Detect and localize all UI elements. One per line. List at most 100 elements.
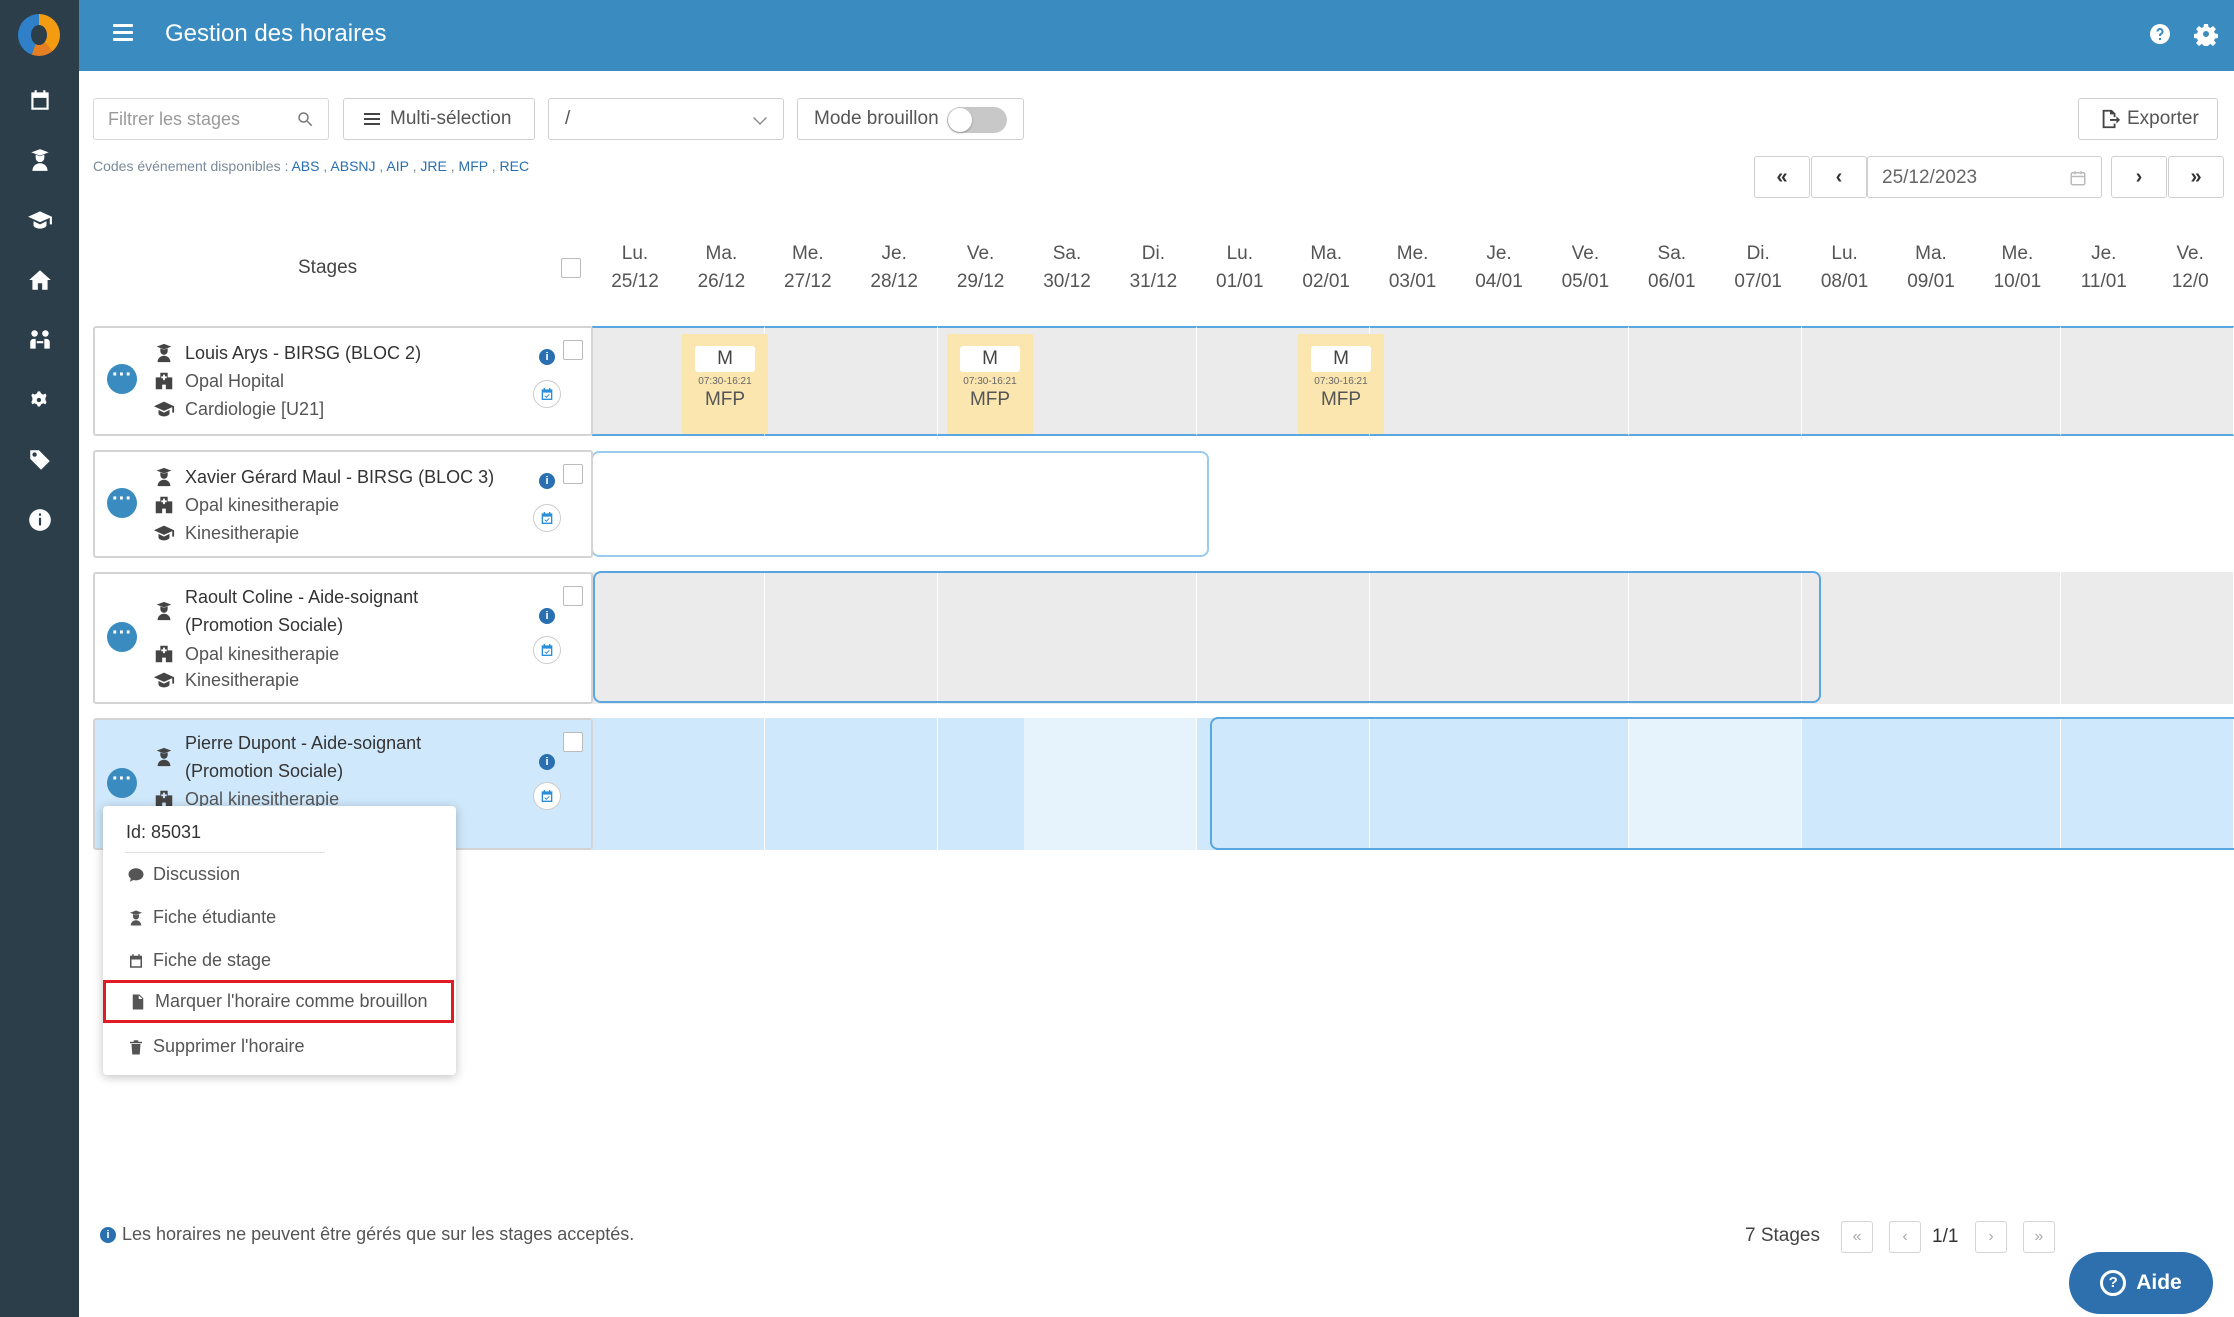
select-all-checkbox[interactable] (561, 258, 581, 278)
pagination-prev-button[interactable]: ‹ (1889, 1221, 1921, 1253)
menu-item-student-file[interactable]: Fiche étudiante (127, 907, 276, 928)
multi-selection-button[interactable]: Multi-sélection (343, 98, 535, 140)
stage-period-outline[interactable] (593, 571, 1821, 703)
schedule-cell[interactable] (851, 718, 939, 850)
schedule-cell[interactable] (1715, 326, 1803, 436)
app-logo[interactable] (18, 14, 60, 56)
info-icon[interactable]: i (539, 754, 555, 770)
schedule-cell[interactable] (1456, 450, 1543, 558)
more-options-icon[interactable]: ··· (107, 364, 137, 394)
schedule-cell[interactable] (592, 326, 679, 436)
graduation-cap-icon[interactable] (0, 200, 79, 240)
event-block[interactable]: M 07:30-16:21 MFP (947, 334, 1033, 434)
menu-item-delete-schedule[interactable]: Supprimer l'horaire (127, 1036, 305, 1057)
event-block[interactable]: M 07:30-16:21 MFP (1298, 334, 1384, 434)
schedule-cell[interactable] (1110, 718, 1198, 850)
schedule-cell[interactable] (1456, 326, 1543, 436)
gear-icon[interactable] (2194, 22, 2218, 48)
schedule-cell[interactable] (1196, 326, 1284, 436)
menu-item-mark-draft[interactable]: Marquer l'horaire comme brouillon (103, 980, 454, 1023)
schedule-cell[interactable] (2060, 326, 2148, 436)
schedule-cell[interactable] (937, 718, 1025, 850)
schedule-cell[interactable] (2060, 572, 2148, 704)
info-icon[interactable]: i (539, 473, 555, 489)
code-link[interactable]: AIP (386, 158, 408, 174)
menu-item-stage-file[interactable]: Fiche de stage (127, 950, 271, 971)
calendar-check-icon[interactable] (533, 380, 561, 408)
pagination-first-button[interactable]: « (1841, 1221, 1873, 1253)
more-options-icon[interactable]: ··· (107, 488, 137, 518)
last-week-button[interactable]: » (2168, 156, 2224, 198)
stage-period-outline[interactable] (591, 451, 1209, 557)
row-checkbox[interactable] (563, 586, 583, 606)
row-checkbox[interactable] (563, 464, 583, 484)
code-link[interactable]: ABS (291, 158, 319, 174)
pagination-last-button[interactable]: » (2023, 1221, 2055, 1253)
tags-icon[interactable] (0, 440, 79, 480)
schedule-cell[interactable] (2060, 450, 2148, 558)
schedule-cell[interactable] (1369, 450, 1457, 558)
code-link[interactable]: REC (500, 158, 530, 174)
help-icon[interactable] (2148, 22, 2172, 46)
schedule-cell[interactable] (764, 326, 852, 436)
people-icon[interactable] (0, 320, 79, 360)
draft-mode-toggle[interactable] (947, 107, 1007, 133)
schedule-cell[interactable] (1888, 572, 1975, 704)
more-options-icon[interactable]: ··· (107, 768, 137, 798)
more-options-icon[interactable]: ··· (107, 622, 137, 652)
student-icon[interactable] (0, 140, 79, 180)
menu-toggle-icon[interactable] (113, 24, 133, 42)
search-icon[interactable] (296, 110, 314, 128)
previous-week-button[interactable]: ‹ (1811, 156, 1867, 198)
schedule-cell[interactable] (1801, 450, 1889, 558)
schedule-cell[interactable] (1196, 450, 1284, 558)
schedule-cell[interactable] (1024, 326, 1111, 436)
code-link[interactable]: ABSNJ (330, 158, 375, 174)
schedule-cell[interactable] (1283, 450, 1371, 558)
schedule-cell[interactable] (1628, 326, 1716, 436)
schedule-cell[interactable] (1542, 450, 1630, 558)
info-icon[interactable]: i (539, 608, 555, 624)
info-icon[interactable]: i (539, 349, 555, 365)
export-button[interactable]: Exporter (2078, 98, 2218, 140)
home-icon[interactable] (0, 260, 79, 300)
code-link[interactable]: JRE (420, 158, 446, 174)
date-field[interactable]: 25/12/2023 (1867, 156, 2102, 198)
stage-card[interactable]: ··· Xavier Gérard Maul - BIRSG (BLOC 3) … (93, 450, 593, 558)
first-week-button[interactable]: « (1754, 156, 1810, 198)
period-select[interactable]: / (548, 98, 784, 140)
schedule-cell[interactable] (1628, 450, 1716, 558)
menu-item-discussion[interactable]: Discussion (127, 864, 240, 885)
event-block[interactable]: M 07:30-16:21 MFP (682, 334, 768, 434)
schedule-cell[interactable] (1110, 326, 1198, 436)
settings-cogs-icon[interactable] (0, 380, 79, 420)
schedule-cell[interactable] (1542, 326, 1630, 436)
pagination-next-button[interactable]: › (1975, 1221, 2007, 1253)
schedule-cell[interactable] (1888, 450, 1975, 558)
stage-card[interactable]: ··· Raoult Coline - Aide-soignant (Promo… (93, 572, 593, 704)
schedule-cell[interactable] (2147, 450, 2234, 558)
help-chat-button[interactable]: ? Aide (2069, 1252, 2213, 1314)
code-link[interactable]: MFP (459, 158, 488, 174)
schedule-cell[interactable] (2147, 326, 2234, 436)
filter-stages-input[interactable] (94, 99, 284, 139)
schedule-cell[interactable] (851, 326, 939, 436)
row-checkbox[interactable] (563, 340, 583, 360)
calendar-check-icon[interactable] (533, 782, 561, 810)
schedule-cell[interactable] (1888, 326, 1975, 436)
schedule-cell[interactable] (1974, 450, 2062, 558)
calendar-check-icon[interactable] (533, 636, 561, 664)
schedule-cell[interactable] (1974, 326, 2062, 436)
calendar-check-icon[interactable] (533, 504, 561, 532)
row-checkbox[interactable] (563, 732, 583, 752)
calendar-icon[interactable] (0, 80, 79, 120)
schedule-cell[interactable] (764, 718, 852, 850)
schedule-cell[interactable] (1715, 450, 1803, 558)
schedule-cell[interactable] (678, 718, 766, 850)
schedule-cell[interactable] (1801, 326, 1889, 436)
schedule-cell[interactable] (1024, 718, 1111, 850)
stage-period-outline[interactable] (1210, 717, 2234, 850)
schedule-cell[interactable] (592, 718, 679, 850)
stage-card[interactable]: ··· Louis Arys - BIRSG (BLOC 2) Opal Hop… (93, 326, 593, 436)
info-icon[interactable] (0, 500, 79, 540)
